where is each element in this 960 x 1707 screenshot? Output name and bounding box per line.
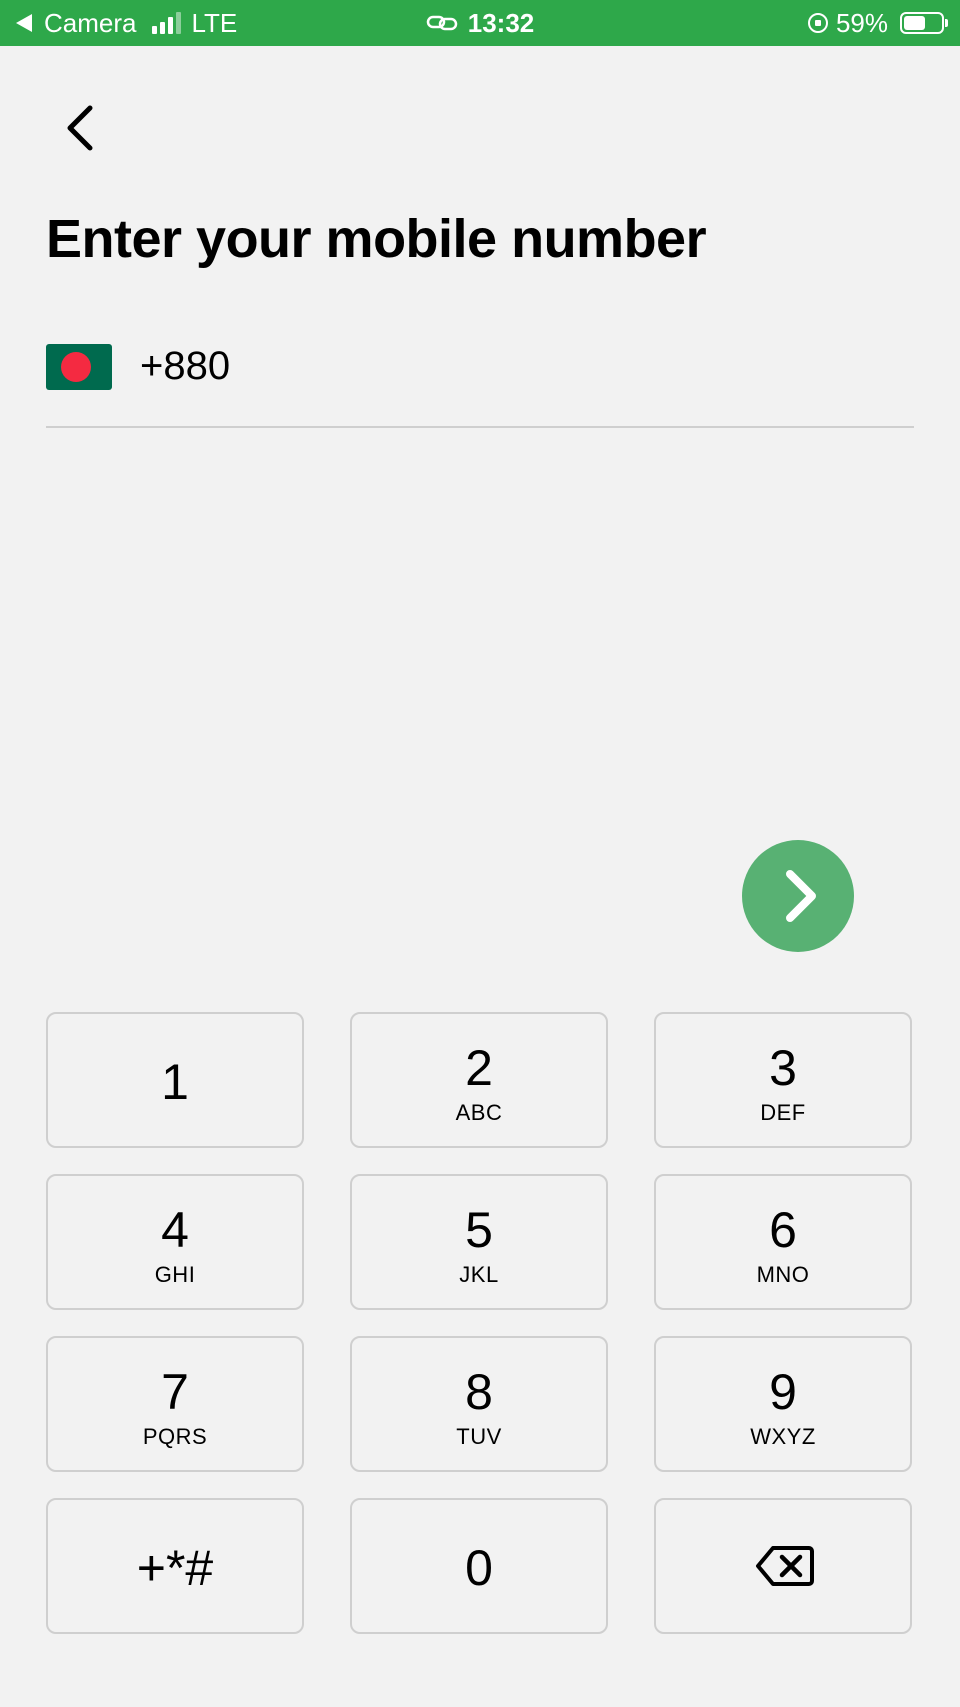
battery-icon (900, 12, 948, 34)
status-bar: Camera LTE 13:32 59% (0, 0, 960, 46)
country-code[interactable]: +880 (140, 340, 230, 392)
clock: 13:32 (467, 7, 535, 38)
chevron-right-icon (786, 870, 816, 922)
key-digit: 0 (465, 1540, 493, 1596)
key-digit: 2 (465, 1040, 493, 1096)
link-icon (426, 15, 457, 31)
key-symbols[interactable]: +*# (46, 1498, 304, 1634)
bangladesh-flag-icon (61, 352, 91, 382)
key-letters: PQRS (142, 1424, 208, 1449)
battery-fill (904, 16, 925, 30)
key-8[interactable]: 8 TUV (350, 1336, 608, 1472)
key-5[interactable]: 5 JKL (350, 1174, 608, 1310)
key-letters: WXYZ (750, 1424, 816, 1449)
key-1[interactable]: 1 (46, 1012, 304, 1148)
key-9[interactable]: 9 WXYZ (654, 1336, 912, 1472)
status-bar-right: 59% (807, 0, 948, 46)
key-4[interactable]: 4 GHI (46, 1174, 304, 1310)
key-letters: TUV (456, 1424, 502, 1449)
key-digit: 9 (769, 1364, 797, 1420)
key-digit: 4 (161, 1202, 189, 1258)
key-7[interactable]: 7 PQRS (46, 1336, 304, 1472)
key-letters: DEF (760, 1100, 806, 1125)
phone-number-input[interactable] (246, 340, 910, 394)
country-flag-selector[interactable] (46, 344, 112, 390)
key-letters: JKL (459, 1262, 499, 1287)
key-6[interactable]: 6 MNO (654, 1174, 912, 1310)
phone-number-row: +880 (46, 340, 914, 428)
key-digit: 8 (465, 1364, 493, 1420)
key-digit: 3 (769, 1040, 797, 1096)
back-button[interactable] (56, 100, 106, 156)
key-digit: +*# (136, 1540, 214, 1596)
key-digit: 7 (161, 1364, 189, 1420)
battery-percent: 59% (835, 7, 888, 38)
orientation-lock-icon (807, 13, 828, 33)
key-0[interactable]: 0 (350, 1498, 608, 1634)
key-digit: 1 (161, 1054, 189, 1110)
key-2[interactable]: 2 ABC (350, 1012, 608, 1148)
key-backspace[interactable] (654, 1498, 912, 1634)
key-letters: GHI (154, 1262, 196, 1287)
chevron-left-icon (67, 105, 93, 151)
key-digit: 5 (465, 1202, 493, 1258)
next-button[interactable] (742, 840, 854, 952)
page-title: Enter your mobile number (46, 209, 707, 269)
key-digit: 6 (769, 1202, 797, 1258)
key-3[interactable]: 3 DEF (654, 1012, 912, 1148)
key-letters: ABC (455, 1100, 503, 1125)
backspace-icon (756, 1546, 814, 1586)
key-letters: MNO (756, 1262, 810, 1287)
